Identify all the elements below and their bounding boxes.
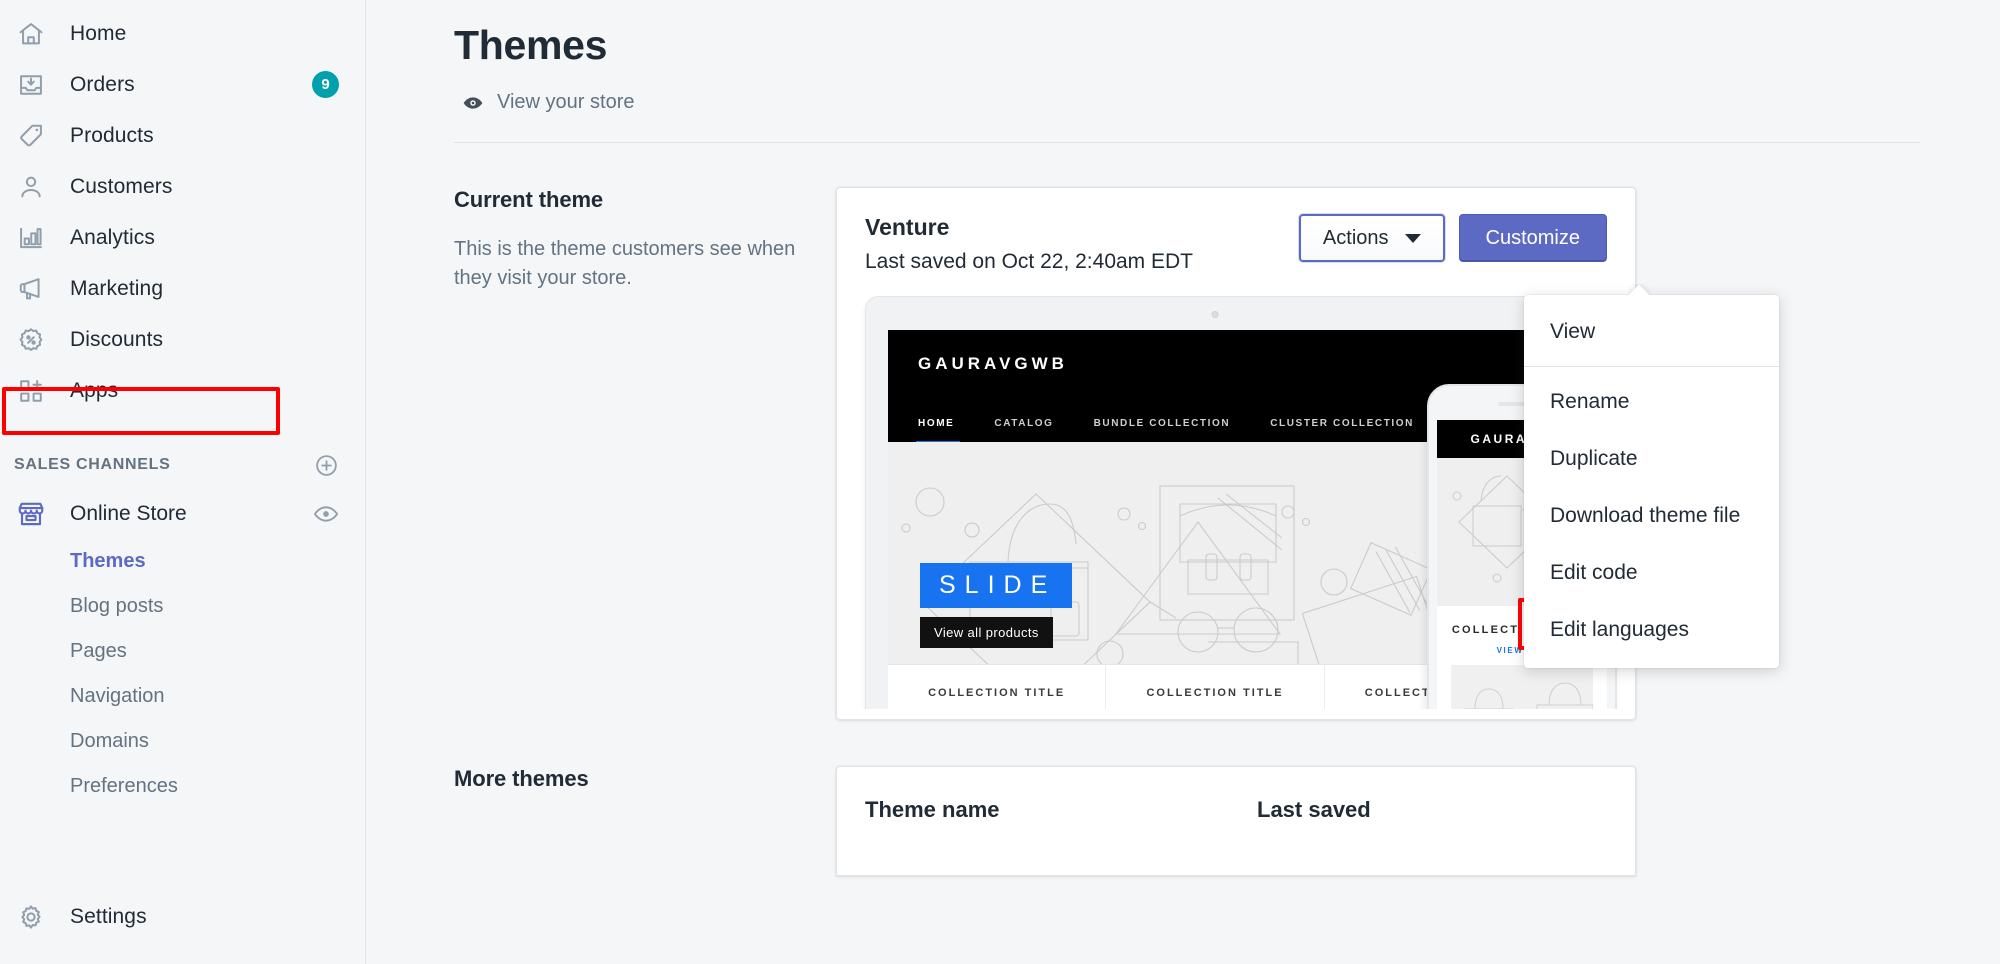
actions-button[interactable]: Actions <box>1298 214 1445 263</box>
current-theme-heading: Current theme <box>454 187 604 213</box>
menu-item-label: Duplicate <box>1550 446 1638 470</box>
storefront-nav-item: BUNDLE COLLECTION <box>1093 417 1231 429</box>
sidebar-item-label: Orders <box>70 72 135 96</box>
tablet-camera-dot <box>1211 311 1219 319</box>
page-title: Themes <box>454 22 608 68</box>
menu-item-duplicate[interactable]: Duplicate <box>1524 430 1779 487</box>
gear-icon <box>14 900 48 934</box>
menu-item-label: Edit code <box>1550 560 1638 584</box>
menu-item-download-theme-file[interactable]: Download theme file <box>1524 487 1779 544</box>
sidebar-subitem-navigation[interactable]: Navigation <box>0 674 365 719</box>
sidebar-item-label: Customers <box>70 174 173 198</box>
menu-item-edit-code[interactable]: Edit code <box>1524 544 1779 601</box>
sidebar-item-home[interactable]: Home <box>0 8 365 59</box>
sales-channels-header: SALES CHANNELS <box>0 442 365 488</box>
theme-preview: GAURAVGWB HOME CATALOG BUNDLE COLLECTION… <box>837 296 1635 710</box>
menu-item-label: Download theme file <box>1550 503 1741 527</box>
storefront-logo: GAURAVGWB <box>918 354 1068 374</box>
chevron-down-icon <box>1404 233 1421 243</box>
storefront-nav-item: CATALOG <box>994 417 1054 429</box>
sidebar-subitem-themes[interactable]: Themes <box>0 539 365 584</box>
analytics-bars-icon <box>14 221 48 255</box>
menu-separator <box>1524 366 1779 367</box>
subnav-label: Themes <box>70 550 146 572</box>
subnav-label: Preferences <box>70 775 178 797</box>
subnav-label: Pages <box>70 640 127 662</box>
sidebar-subitem-blog-posts[interactable]: Blog posts <box>0 584 365 629</box>
actions-button-label: Actions <box>1322 226 1389 249</box>
dropdown-arrow <box>1628 284 1650 295</box>
apps-grid-plus-icon <box>14 374 48 408</box>
settings-label: Settings <box>70 904 147 928</box>
orders-icon <box>14 68 48 102</box>
menu-item-edit-languages[interactable]: Edit languages <box>1524 601 1779 658</box>
online-store-label: Online Store <box>70 501 187 525</box>
storefront-icon <box>14 497 48 531</box>
more-themes-section: More themes Theme name Last saved <box>454 766 2000 877</box>
sidebar-item-apps[interactable]: Apps <box>0 365 365 416</box>
sidebar-item-products[interactable]: Products <box>0 110 365 161</box>
sidebar-item-marketing[interactable]: Marketing <box>0 263 365 314</box>
eye-icon <box>462 92 484 114</box>
eye-icon[interactable] <box>313 501 339 527</box>
view-your-store-link[interactable]: View your store <box>462 91 2000 114</box>
collection-title-cell: COLLECTION TITLE <box>888 665 1107 710</box>
sidebar-item-orders[interactable]: Orders 9 <box>0 59 365 110</box>
menu-item-label: Rename <box>1550 389 1630 413</box>
current-theme-info: Current theme This is the theme customer… <box>454 187 836 720</box>
sidebar-item-online-store[interactable]: Online Store <box>0 488 365 539</box>
collection-title-cell: COLLECTION TITLE <box>1106 665 1325 710</box>
theme-card-buttons: Actions Customize <box>1298 214 1607 263</box>
sidebar-subitem-preferences[interactable]: Preferences <box>0 764 365 809</box>
customers-person-icon <box>14 170 48 204</box>
plus-circle-icon[interactable] <box>314 453 339 478</box>
sidebar-item-label: Discounts <box>70 327 164 351</box>
orders-badge: 9 <box>312 71 339 98</box>
hero-view-all-products-button[interactable]: View all products <box>920 617 1053 649</box>
mobile-product-image <box>1451 664 1593 710</box>
sidebar-item-settings[interactable]: Settings <box>0 891 365 942</box>
current-theme-card: Venture Last saved on Oct 22, 2:40am EDT… <box>836 187 1636 721</box>
subnav-label: Navigation <box>70 685 165 707</box>
mobile-bags-line-art <box>1464 682 1593 710</box>
sidebar-item-label: Marketing <box>70 276 164 300</box>
sidebar-item-customers[interactable]: Customers <box>0 161 365 212</box>
sales-channels-title: SALES CHANNELS <box>14 456 171 473</box>
marketing-megaphone-icon <box>14 272 48 306</box>
menu-item-view[interactable]: View <box>1524 303 1779 360</box>
storefront-nav-item: HOME <box>918 417 955 429</box>
actions-dropdown-menu: View Rename Duplicate Download theme fil… <box>1524 295 1779 668</box>
sidebar-item-label: Products <box>70 123 154 147</box>
subnav-label: Blog posts <box>70 595 164 617</box>
products-tag-icon <box>14 119 48 153</box>
current-theme-description: This is the theme customers see when the… <box>454 238 796 290</box>
column-header-theme-name: Theme name <box>865 797 1000 823</box>
app-root: Home Orders 9 Products Customers Analyti… <box>0 0 2000 964</box>
view-your-store-label: View your store <box>497 91 635 114</box>
subnav-label: Domains <box>70 730 149 752</box>
more-themes-info: More themes <box>454 766 836 876</box>
sidebar-subitem-pages[interactable]: Pages <box>0 629 365 674</box>
home-icon <box>14 17 48 51</box>
menu-item-label: Edit languages <box>1550 617 1689 641</box>
more-themes-table: Theme name Last saved <box>836 766 1636 877</box>
customize-button[interactable]: Customize <box>1458 214 1607 263</box>
sidebar-item-label: Apps <box>70 378 119 402</box>
sidebar-item-label: Analytics <box>70 225 155 249</box>
menu-item-label: View <box>1550 319 1596 343</box>
header-divider <box>454 142 1920 144</box>
menu-item-rename[interactable]: Rename <box>1524 373 1779 430</box>
sidebar-subitem-domains[interactable]: Domains <box>0 719 365 764</box>
discounts-percent-icon <box>14 323 48 357</box>
hero-slide-label: SLIDE <box>920 563 1073 609</box>
more-themes-heading: More themes <box>454 766 589 792</box>
sidebar-item-discounts[interactable]: Discounts <box>0 314 365 365</box>
column-header-last-saved: Last saved <box>1257 797 1371 823</box>
sidebar-item-label: Home <box>70 21 127 45</box>
customize-button-label: Customize <box>1485 226 1580 249</box>
theme-card-header: Venture Last saved on Oct 22, 2:40am EDT… <box>837 188 1635 274</box>
sidebar-item-analytics[interactable]: Analytics <box>0 212 365 263</box>
sidebar: Home Orders 9 Products Customers Analyti… <box>0 0 366 964</box>
storefront-nav-item: CLUSTER COLLECTION <box>1270 417 1414 429</box>
